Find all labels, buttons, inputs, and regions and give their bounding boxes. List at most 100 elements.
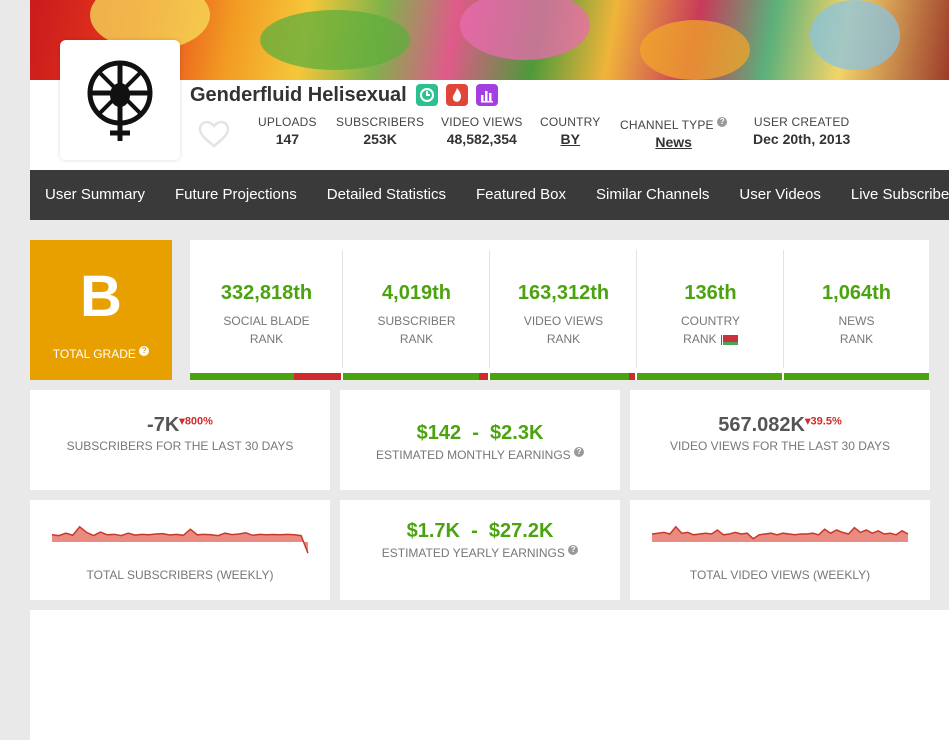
rank-card-news: 1,064th NEWS RANK — [784, 240, 929, 380]
rank-label: RANK — [546, 332, 581, 346]
channel-name: Genderfluid Helisexual — [190, 84, 407, 106]
monthly-earnings-label: ESTIMATED MONTHLY EARNINGS — [375, 448, 571, 462]
channel-type-label: CHANNEL TYPE — [620, 118, 714, 132]
channel-type-link[interactable]: News — [620, 134, 727, 150]
yearly-earnings-label: ESTIMATED YEARLY EARNINGS — [381, 546, 565, 560]
subscribers-weekly-label: TOTAL SUBSCRIBERS (WEEKLY) — [86, 568, 274, 582]
rank-card-video-views: 163,312th VIDEO VIEWS RANK — [490, 240, 637, 380]
channel-type-stat: CHANNEL TYPE ? News — [620, 117, 728, 150]
chart-badge[interactable] — [476, 84, 498, 106]
nav-user-videos[interactable]: User Videos — [724, 170, 835, 220]
rank-card-country: 136th COUNTRY RANK — [637, 240, 784, 380]
help-icon[interactable]: ? — [717, 117, 728, 127]
country-label: COUNTRY — [540, 115, 601, 129]
range-separator: - — [471, 520, 478, 542]
nav-live-subscriber-count[interactable]: Live Subscriber Count — [836, 170, 949, 220]
nav-user-summary[interactable]: User Summary — [30, 170, 160, 220]
rank-progress-bar — [637, 373, 782, 380]
rank-value: 4,019th — [382, 282, 451, 304]
video-views-weekly-label: TOTAL VIDEO VIEWS (WEEKLY) — [689, 568, 871, 582]
banner-art — [810, 0, 900, 70]
rank-label: SUBSCRIBER — [377, 314, 456, 328]
flame-badge[interactable] — [446, 84, 468, 106]
yearly-earnings-low: $1.7K — [406, 520, 460, 542]
heart-icon — [198, 120, 230, 148]
subscribers-30-days-label: SUBSCRIBERS FOR THE LAST 30 DAYS — [66, 439, 294, 453]
rank-card-social-blade: 332,818th SOCIAL BLADE RANK — [190, 240, 343, 380]
rank-label: SOCIAL BLADE — [223, 314, 310, 328]
rank-label: VIDEO VIEWS — [523, 314, 604, 328]
country-stat: COUNTRY BY — [540, 115, 601, 147]
channel-avatar[interactable] — [60, 40, 180, 160]
clock-badge[interactable] — [416, 84, 438, 106]
video-views-stat: VIDEO VIEWS 48,582,354 — [441, 115, 523, 147]
video-views-30-days-delta: 39.5% — [810, 415, 842, 428]
video-views-30-days-value: 567.082K — [718, 414, 805, 436]
content-panel — [30, 610, 949, 740]
subscribers-30-days-value: -7K — [147, 414, 180, 436]
help-icon[interactable]: ? — [568, 545, 579, 555]
banner-art — [460, 0, 590, 60]
subscribers-30-days-delta: 800% — [184, 415, 213, 428]
grade-letter: B — [80, 264, 122, 329]
subscribers-label: SUBSCRIBERS — [336, 115, 425, 129]
total-grade-box: B TOTAL GRADE ? — [30, 240, 172, 380]
video-views-weekly-card: TOTAL VIDEO VIEWS (WEEKLY) — [630, 500, 930, 600]
user-created-value: Dec 20th, 2013 — [753, 131, 851, 147]
subscribers-value: 253K — [363, 131, 397, 147]
rank-card-subscriber: 4,019th SUBSCRIBER RANK — [343, 240, 490, 380]
uploads-stat: UPLOADS 147 — [258, 115, 317, 147]
video-views-30-days-label: VIDEO VIEWS FOR THE LAST 30 DAYS — [669, 439, 891, 453]
rank-label: RANK — [249, 332, 284, 346]
video-views-label: VIDEO VIEWS — [441, 115, 523, 129]
rank-label: COUNTRY — [680, 314, 741, 328]
help-icon[interactable]: ? — [139, 346, 150, 356]
help-icon[interactable]: ? — [574, 447, 585, 457]
video-views-weekly-chart — [651, 525, 909, 542]
range-separator: - — [472, 422, 479, 444]
monthly-earnings-low: $142 — [416, 422, 462, 444]
monthly-earnings-high: $2.3K — [490, 422, 544, 444]
rank-progress-bar — [343, 373, 488, 380]
nav-detailed-statistics[interactable]: Detailed Statistics — [312, 170, 461, 220]
video-views-value: 48,582,354 — [446, 131, 517, 147]
helicopter-symbol-icon — [87, 60, 153, 141]
subscribers-weekly-card: TOTAL SUBSCRIBERS (WEEKLY) — [30, 500, 330, 600]
banner-art — [260, 10, 410, 70]
video-views-30-days-card: 567.082K▾39.5% VIDEO VIEWS FOR THE LAST … — [630, 390, 930, 490]
rank-progress-bar — [190, 373, 341, 380]
grade-label: TOTAL GRADE — [52, 347, 136, 361]
user-created-label: USER CREATED — [753, 115, 850, 129]
favorite-heart-button[interactable] — [198, 120, 230, 153]
banner-art — [640, 20, 750, 80]
yearly-earnings-card: $1.7K - $27.2K ESTIMATED YEARLY EARNINGS… — [340, 500, 620, 600]
chart-area — [52, 526, 308, 554]
clock-icon — [416, 84, 438, 106]
uploads-label: UPLOADS — [258, 115, 317, 129]
rank-label: NEWS — [838, 314, 875, 328]
rank-progress-bar — [784, 373, 929, 380]
rank-value: 136th — [684, 282, 737, 304]
rank-value: 332,818th — [220, 282, 313, 304]
rank-progress-bar — [490, 373, 635, 380]
subscribers-30-days-card: -7K▾800% SUBSCRIBERS FOR THE LAST 30 DAY… — [30, 390, 330, 490]
country-link[interactable]: BY — [540, 131, 601, 147]
uploads-value: 147 — [275, 131, 300, 147]
nav-future-projections[interactable]: Future Projections — [160, 170, 312, 220]
nav-featured-box[interactable]: Featured Box — [461, 170, 581, 220]
subscribers-stat: SUBSCRIBERS 253K — [336, 115, 424, 147]
nav-similar-channels[interactable]: Similar Channels — [581, 170, 724, 220]
section-nav: User Summary Future Projections Detailed S… — [30, 170, 949, 220]
subscribers-weekly-chart — [51, 525, 309, 554]
user-created-stat: USER CREATED Dec 20th, 2013 — [753, 115, 850, 147]
belarus-flag-icon — [719, 334, 738, 345]
rank-label: RANK — [399, 332, 434, 346]
rank-value: 1,064th — [822, 282, 891, 304]
rank-value: 163,312th — [517, 282, 610, 304]
yearly-earnings-high: $27.2K — [488, 520, 554, 542]
monthly-earnings-card: $142 - $2.3K ESTIMATED MONTHLY EARNINGS … — [340, 390, 620, 490]
rank-label: RANK — [683, 332, 717, 346]
chart-icon — [476, 84, 498, 106]
rank-panel: 332,818th SOCIAL BLADE RANK 4,019th SUBSC… — [190, 240, 929, 380]
rank-label: RANK — [839, 332, 874, 346]
